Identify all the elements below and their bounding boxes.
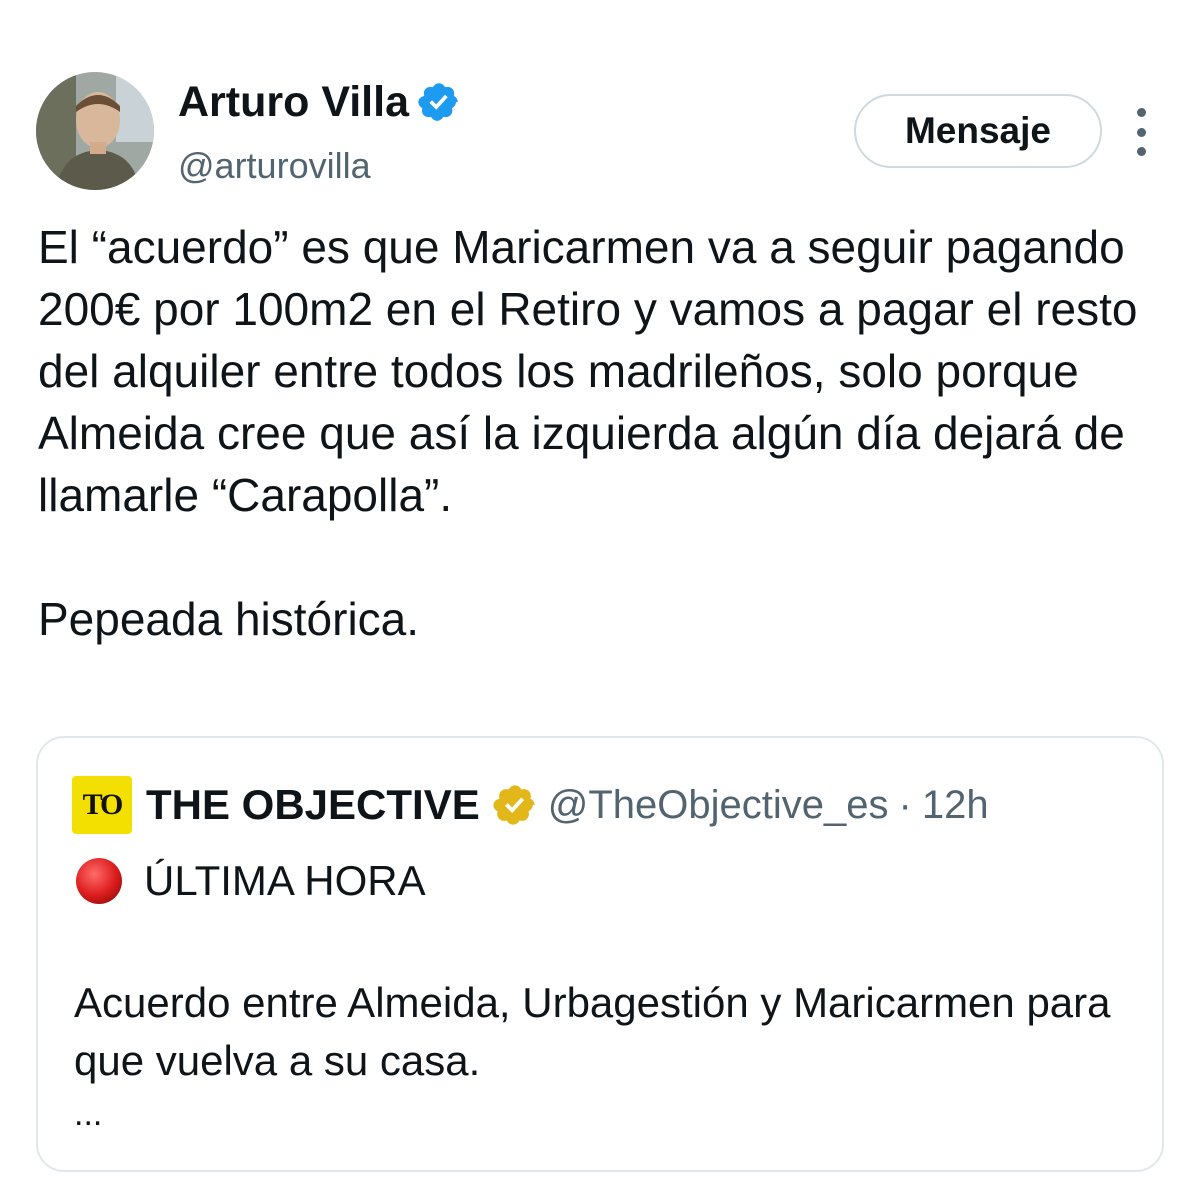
tweet-text: El “acuerdo” es que Maricarmen va a segu…: [38, 221, 1138, 645]
verified-badge-icon: [418, 83, 458, 121]
dot: [1136, 108, 1146, 117]
breaking-news-label: ÚLTIMA HORA: [144, 857, 426, 904]
breaking-news-line: ÚLTIMA HORA: [74, 856, 426, 906]
vertical-ellipsis-icon[interactable]: [1122, 108, 1160, 156]
gold-verified-badge-icon: [493, 785, 535, 825]
quoted-timestamp[interactable]: 12h: [922, 783, 989, 828]
message-button[interactable]: Mensaje: [854, 94, 1102, 168]
quoted-author-handle[interactable]: @TheObjective_es: [548, 783, 889, 828]
dot: [1136, 127, 1146, 137]
red-circle-icon: [76, 858, 122, 904]
author-name[interactable]: Arturo Villa: [178, 76, 409, 128]
author-handle[interactable]: @arturovilla: [178, 144, 371, 188]
profile-photo: [36, 72, 154, 190]
avatar[interactable]: [36, 72, 154, 190]
truncation-ellipsis: ...: [74, 1095, 103, 1133]
the-objective-logo[interactable]: TO: [72, 776, 132, 834]
quoted-text: Acuerdo entre Almeida, Urbagestión y Mar…: [74, 979, 1111, 1084]
logo-text: TO: [82, 788, 124, 821]
author-name-row: Arturo Villa: [178, 76, 461, 128]
quoted-header: TO THE OBJECTIVE @TheObjective_es · 12h: [72, 776, 989, 834]
quoted-author-name[interactable]: THE OBJECTIVE: [146, 781, 480, 829]
dot: [1136, 147, 1146, 156]
quoted-tweet[interactable]: TO THE OBJECTIVE @TheObjective_es · 12h …: [36, 736, 1164, 1172]
separator-dot: ·: [898, 782, 912, 827]
